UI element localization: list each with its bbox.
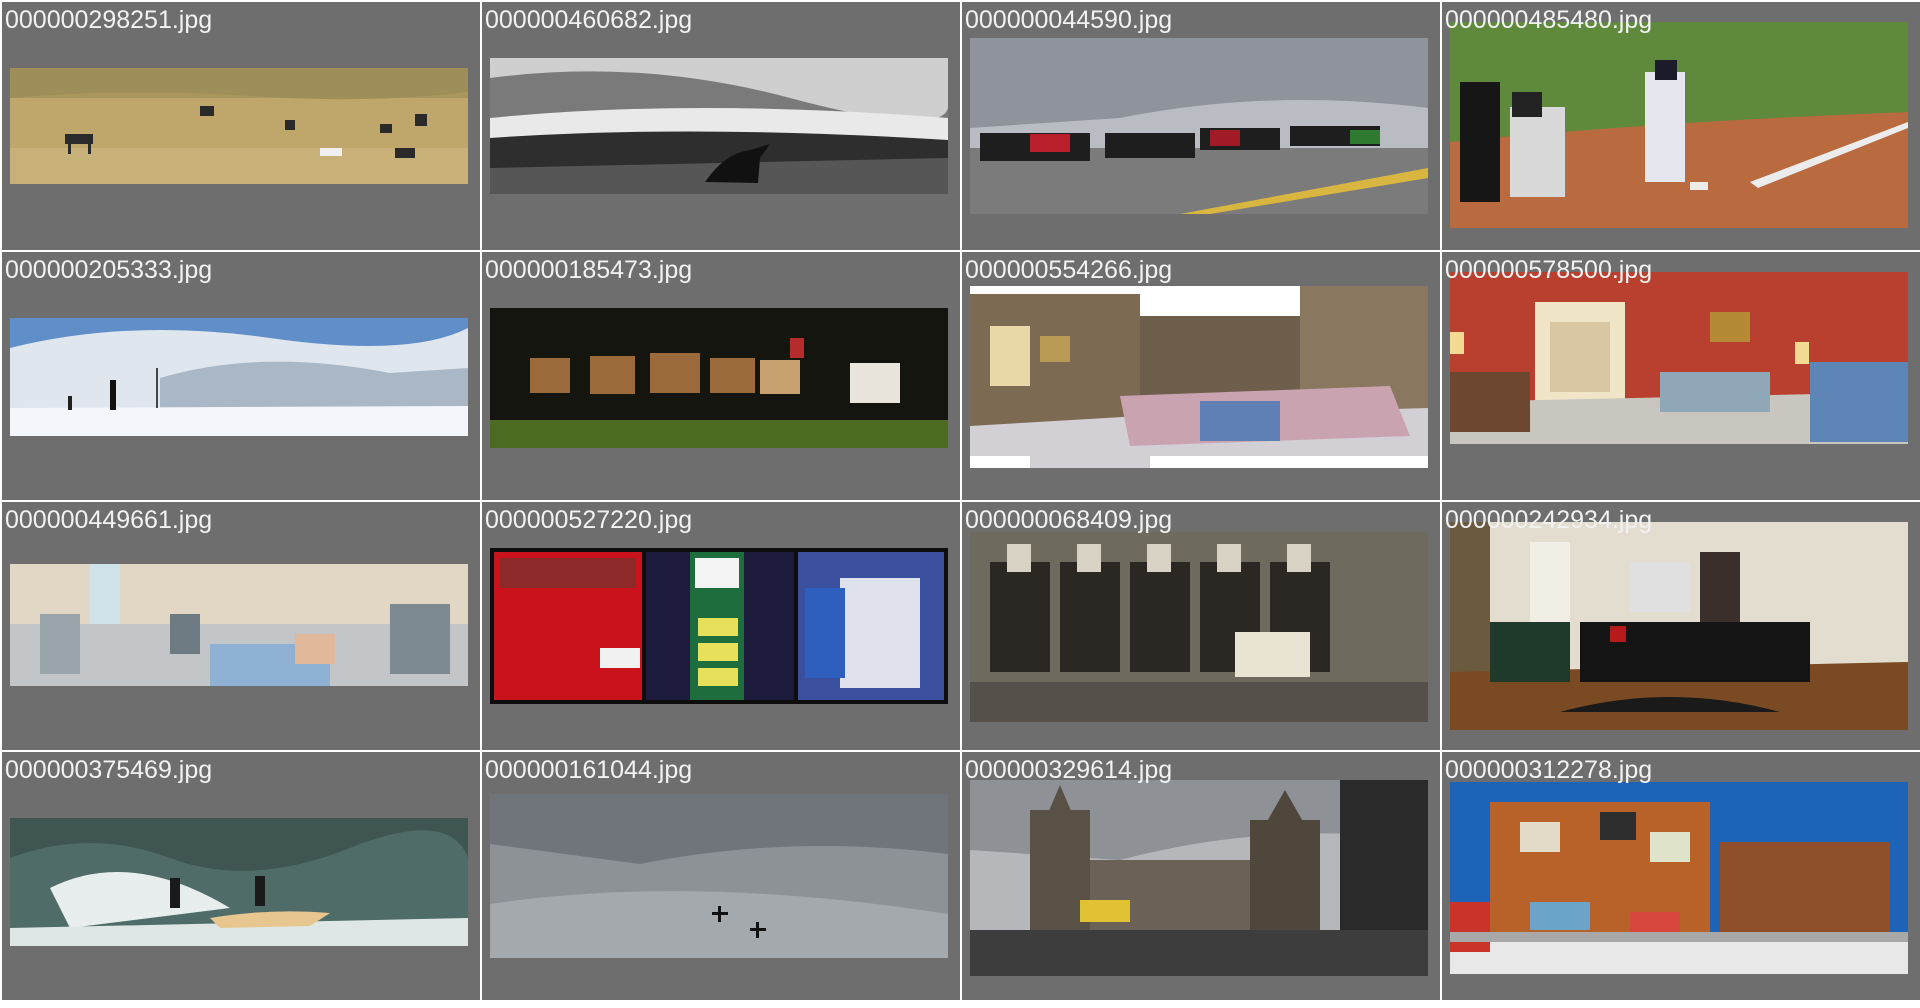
thumbnail-filename: 000000298251.jpg — [5, 6, 213, 34]
thumbnail-image[interactable] — [1450, 272, 1908, 444]
thumbnail-tile[interactable]: 000000554266.jpg — [962, 252, 1440, 500]
thumbnail-tile[interactable]: 000000375469.jpg — [2, 752, 480, 1000]
thumbnail-tile[interactable]: 000000161044.jpg — [482, 752, 960, 1000]
thumbnail-tile[interactable]: 000000044590.jpg — [962, 2, 1440, 250]
thumbnail-image[interactable] — [10, 318, 468, 436]
thumbnail-grid: 000000298251.jpg 000000460682.jpg 000000… — [0, 0, 1920, 1008]
thumbnail-image[interactable] — [1450, 782, 1908, 974]
thumbnail-tile[interactable]: 000000298251.jpg — [2, 2, 480, 250]
thumbnail-tile[interactable]: 000000068409.jpg — [962, 502, 1440, 750]
thumbnail-tile[interactable]: 000000185473.jpg — [482, 252, 960, 500]
thumbnail-tile[interactable]: 000000242934.jpg — [1442, 502, 1920, 750]
thumbnail-tile[interactable]: 000000485480.jpg — [1442, 2, 1920, 250]
thumbnail-filename: 000000554266.jpg — [965, 256, 1173, 284]
thumbnail-image[interactable] — [970, 286, 1428, 468]
thumbnail-filename: 000000242934.jpg — [1445, 506, 1653, 534]
thumbnail-image[interactable] — [970, 38, 1428, 214]
thumbnail-filename: 000000161044.jpg — [485, 756, 693, 784]
thumbnail-image[interactable] — [490, 794, 948, 958]
thumbnail-image[interactable] — [490, 308, 948, 448]
thumbnail-image[interactable] — [10, 68, 468, 184]
thumbnail-filename: 000000449661.jpg — [5, 506, 213, 534]
thumbnail-filename: 000000205333.jpg — [5, 256, 213, 284]
thumbnail-tile[interactable]: 000000578500.jpg — [1442, 252, 1920, 500]
thumbnail-tile[interactable]: 000000527220.jpg — [482, 502, 960, 750]
thumbnail-tile[interactable]: 000000460682.jpg — [482, 2, 960, 250]
thumbnail-image[interactable] — [10, 564, 468, 686]
thumbnail-filename: 000000185473.jpg — [485, 256, 693, 284]
thumbnail-filename: 000000578500.jpg — [1445, 256, 1653, 284]
thumbnail-filename: 000000068409.jpg — [965, 506, 1173, 534]
thumbnail-tile[interactable]: 000000312278.jpg — [1442, 752, 1920, 1000]
thumbnail-tile[interactable]: 000000329614.jpg — [962, 752, 1440, 1000]
thumbnail-filename: 000000460682.jpg — [485, 6, 693, 34]
thumbnail-image[interactable] — [10, 818, 468, 946]
thumbnail-image[interactable] — [490, 548, 948, 704]
thumbnail-image[interactable] — [1450, 522, 1908, 730]
thumbnail-filename: 000000312278.jpg — [1445, 756, 1653, 784]
thumbnail-filename: 000000044590.jpg — [965, 6, 1173, 34]
thumbnail-filename: 000000485480.jpg — [1445, 6, 1653, 34]
thumbnail-image[interactable] — [970, 780, 1428, 976]
thumbnail-filename: 000000375469.jpg — [5, 756, 213, 784]
thumbnail-filename: 000000527220.jpg — [485, 506, 693, 534]
thumbnail-tile[interactable]: 000000449661.jpg — [2, 502, 480, 750]
thumbnail-filename: 000000329614.jpg — [965, 756, 1173, 784]
thumbnail-image[interactable] — [1450, 22, 1908, 228]
thumbnail-tile[interactable]: 000000205333.jpg — [2, 252, 480, 500]
thumbnail-image[interactable] — [970, 532, 1428, 722]
thumbnail-image[interactable] — [490, 58, 948, 194]
